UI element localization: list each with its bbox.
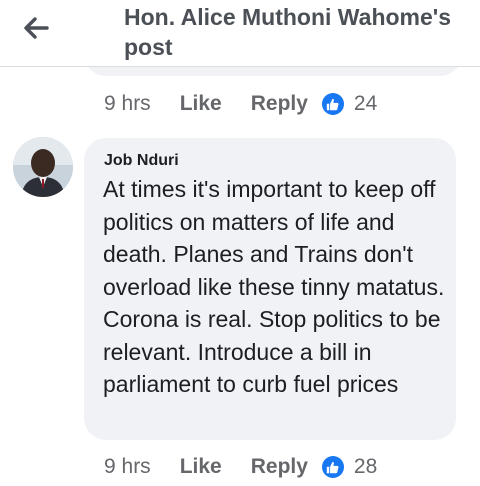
back-button[interactable] — [20, 12, 52, 44]
comment-bubble: Job Nduri At times it's important to kee… — [84, 138, 456, 440]
reply-button[interactable]: Reply — [251, 92, 308, 116]
comment-author-name[interactable]: Job Nduri — [104, 152, 179, 170]
top-bar: Hon. Alice Muthoni Wahome's post — [0, 0, 480, 67]
thumbs-up-icon[interactable] — [321, 93, 344, 115]
thumbs-up-icon[interactable] — [321, 456, 344, 478]
post-title: Hon. Alice Muthoni Wahome's post — [124, 4, 452, 60]
comment-text: At times it's important to keep off poli… — [103, 176, 445, 397]
reply-button[interactable]: Reply — [251, 455, 308, 479]
comment-actions: 9 hrs Like Reply 28 — [104, 452, 377, 482]
like-button[interactable]: Like — [180, 455, 222, 479]
avatar[interactable] — [13, 137, 73, 197]
arrow-left-icon — [23, 17, 49, 39]
comment-timestamp: 9 hrs — [104, 92, 151, 115]
reaction-count[interactable]: 24 — [354, 92, 377, 116]
reaction-count[interactable]: 28 — [354, 455, 377, 479]
previous-comment-actions: 9 hrs Like Reply 24 — [104, 89, 377, 119]
comment-timestamp: 9 hrs — [104, 455, 151, 478]
like-button[interactable]: Like — [180, 92, 222, 116]
